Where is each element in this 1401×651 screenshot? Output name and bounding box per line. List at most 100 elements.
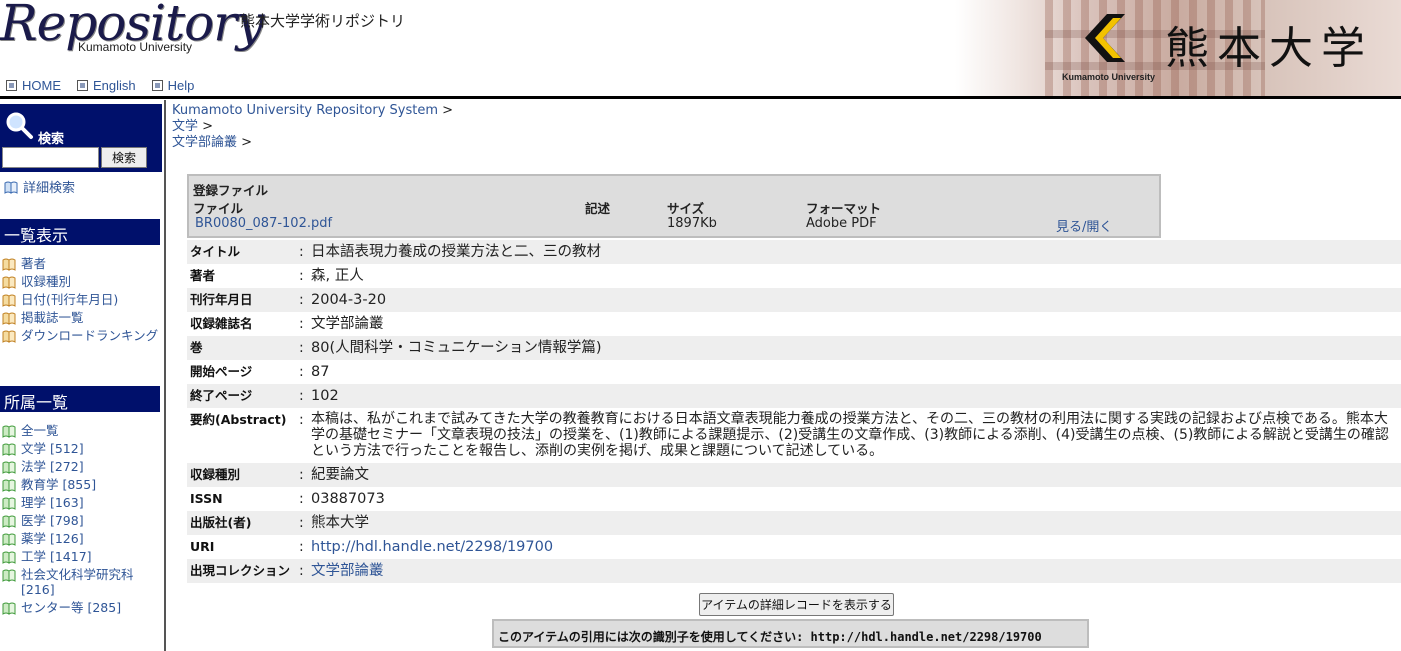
browse-item-label: 収録種別	[21, 274, 72, 289]
magnifier-icon	[6, 112, 33, 139]
affiliation-label: 社会文化科学研究科 [216]	[21, 567, 134, 597]
book-leaf-icon	[2, 497, 16, 510]
meta-row-start-page: 開始ページ:87	[187, 360, 1401, 384]
affiliation-item[interactable]: 理学 [163]	[2, 492, 162, 510]
book-leaf-icon	[2, 515, 16, 528]
collection-link[interactable]: 文学部論叢	[311, 563, 384, 579]
breadcrumb-separator: >	[438, 103, 454, 118]
advanced-search-link[interactable]: 詳細検索	[4, 177, 75, 196]
meta-value: 03887073	[311, 491, 385, 507]
book-leaf-icon	[2, 294, 16, 307]
browse-item-authors[interactable]: 著者	[2, 253, 162, 271]
search-input[interactable]	[2, 147, 99, 168]
affiliation-item[interactable]: 文学 [512]	[2, 438, 162, 456]
meta-colon: :	[299, 244, 304, 260]
meta-row-publisher: 出版社(者): 熊本大学	[187, 511, 1401, 535]
meta-value: 日本語表現力養成の授業方法と二、三の教材	[311, 244, 601, 260]
university-emblem-icon	[1085, 14, 1125, 62]
book-leaf-icon	[2, 461, 16, 474]
nav-help[interactable]: Help	[151, 78, 195, 93]
meta-value: 熊本大学	[311, 515, 369, 531]
nav-home-label: HOME	[22, 78, 61, 93]
meta-row-end-page: 終了ページ:102	[187, 384, 1401, 408]
sidebar: 検索 検索 詳細検索 一覧表示 著者 収録種別 日付(刊行年月日) 掲載誌一覧 …	[0, 100, 166, 651]
meta-value: 本稿は、私がこれまで試みてきた大学の教養教育における日本語文章表現能力養成の授業…	[311, 411, 1389, 459]
site-header: Repository Kumamoto University 熊本大学学術リポジ…	[0, 0, 1401, 99]
meta-colon: :	[299, 316, 304, 332]
meta-key: 開始ページ	[190, 364, 253, 379]
search-button[interactable]: 検索	[101, 147, 147, 168]
meta-colon: :	[299, 268, 304, 284]
logo-japanese-title: 熊本大学学術リポジトリ	[240, 12, 406, 30]
meta-key: 収録種別	[190, 467, 241, 482]
meta-colon: :	[299, 388, 304, 404]
meta-key: 出版社(者)	[190, 515, 252, 530]
header-divider	[0, 96, 1401, 99]
affiliation-item[interactable]: 教育学 [855]	[2, 474, 162, 492]
browse-item-ranking[interactable]: ダウンロードランキング	[2, 325, 162, 343]
browse-item-types[interactable]: 収録種別	[2, 271, 162, 289]
browse-item-label: ダウンロードランキング	[21, 328, 159, 343]
file-open-link[interactable]: 見る/開く	[1056, 216, 1112, 235]
search-label: 検索	[38, 132, 65, 147]
meta-row-title: タイトル: 日本語表現力養成の授業方法と二、三の教材	[187, 240, 1401, 264]
affiliation-item[interactable]: 医学 [798]	[2, 510, 162, 528]
book-leaf-icon	[2, 258, 16, 271]
affiliation-label: 文学 [512]	[21, 441, 84, 456]
uri-link[interactable]: http://hdl.handle.net/2298/19700	[311, 539, 553, 555]
book-leaf-icon	[2, 551, 16, 564]
meta-row-author: 著者: 森, 正人	[187, 264, 1401, 288]
affiliation-item[interactable]: 社会文化科学研究科 [216]	[2, 564, 162, 597]
meta-key: URI	[190, 539, 215, 554]
affiliation-item[interactable]: センター等 [285]	[2, 597, 162, 615]
nav-english[interactable]: English	[77, 78, 136, 93]
book-leaf-icon	[2, 276, 16, 289]
browse-item-journals[interactable]: 掲載誌一覧	[2, 307, 162, 325]
meta-value: 2004-3-20	[311, 292, 387, 308]
breadcrumb-collection[interactable]: 文学部論叢	[172, 135, 237, 150]
affiliation-label: 医学 [798]	[21, 513, 84, 528]
show-full-record-button[interactable]: アイテムの詳細レコードを表示する	[699, 593, 894, 616]
nav-english-label: English	[93, 78, 136, 93]
browse-item-label: 日付(刊行年月日)	[21, 292, 119, 307]
university-banner: Kumamoto University 熊本大学	[955, 0, 1401, 96]
book-leaf-icon	[4, 181, 18, 194]
files-table: 登録ファイル ファイル 記述 サイズ フォーマット BR0080_087-102…	[187, 174, 1161, 238]
file-link[interactable]: BR0080_087-102.pdf	[195, 216, 332, 231]
affiliation-label: 薬学 [126]	[21, 531, 84, 546]
affiliation-label: 全一覧	[21, 423, 59, 438]
meta-colon: :	[299, 539, 304, 555]
book-leaf-icon	[2, 533, 16, 546]
files-header-file: ファイル	[193, 201, 244, 216]
meta-colon: :	[299, 515, 304, 531]
meta-row-collection: 出現コレクション: 文学部論叢	[187, 559, 1401, 583]
meta-row-date: 刊行年月日:2004-3-20	[187, 288, 1401, 312]
nav-help-label: Help	[167, 78, 195, 93]
affiliation-item[interactable]: 法学 [272]	[2, 456, 162, 474]
book-leaf-icon	[2, 425, 16, 438]
file-size: 1897Kb	[667, 216, 717, 231]
affiliation-item[interactable]: 工学 [1417]	[2, 546, 162, 564]
browse-item-dates[interactable]: 日付(刊行年月日)	[2, 289, 162, 307]
affiliation-list: 全一覧 文学 [512] 法学 [272] 教育学 [855] 理学 [163]…	[2, 420, 162, 615]
browse-list: 著者 収録種別 日付(刊行年月日) 掲載誌一覧 ダウンロードランキング	[2, 253, 162, 343]
breadcrumb-separator: >	[237, 135, 253, 150]
files-header-format: フォーマット	[806, 201, 882, 216]
files-header-desc: 記述	[585, 201, 611, 216]
meta-row-abstract: 要約(Abstract): 本稿は、私がこれまで試みてきた大学の教養教育における日…	[187, 408, 1401, 463]
meta-key: 巻	[190, 340, 203, 355]
affiliation-label: センター等 [285]	[21, 600, 122, 615]
meta-key: 刊行年月日	[190, 292, 253, 307]
affiliation-item[interactable]: 全一覧	[2, 420, 162, 438]
meta-value: 森, 正人	[311, 268, 364, 284]
files-header-size: サイズ	[667, 201, 705, 216]
breadcrumb-repository[interactable]: Kumamoto University Repository System	[172, 103, 438, 118]
breadcrumb-literature[interactable]: 文学	[172, 119, 198, 134]
affiliation-label: 法学 [272]	[21, 459, 84, 474]
nav-home[interactable]: HOME	[6, 78, 61, 93]
affiliation-item[interactable]: 薬学 [126]	[2, 528, 162, 546]
meta-row-uri: URI: http://hdl.handle.net/2298/19700	[187, 535, 1401, 559]
affiliation-label: 工学 [1417]	[21, 549, 92, 564]
checkbox-square-icon	[77, 80, 88, 91]
book-leaf-icon	[2, 569, 16, 582]
